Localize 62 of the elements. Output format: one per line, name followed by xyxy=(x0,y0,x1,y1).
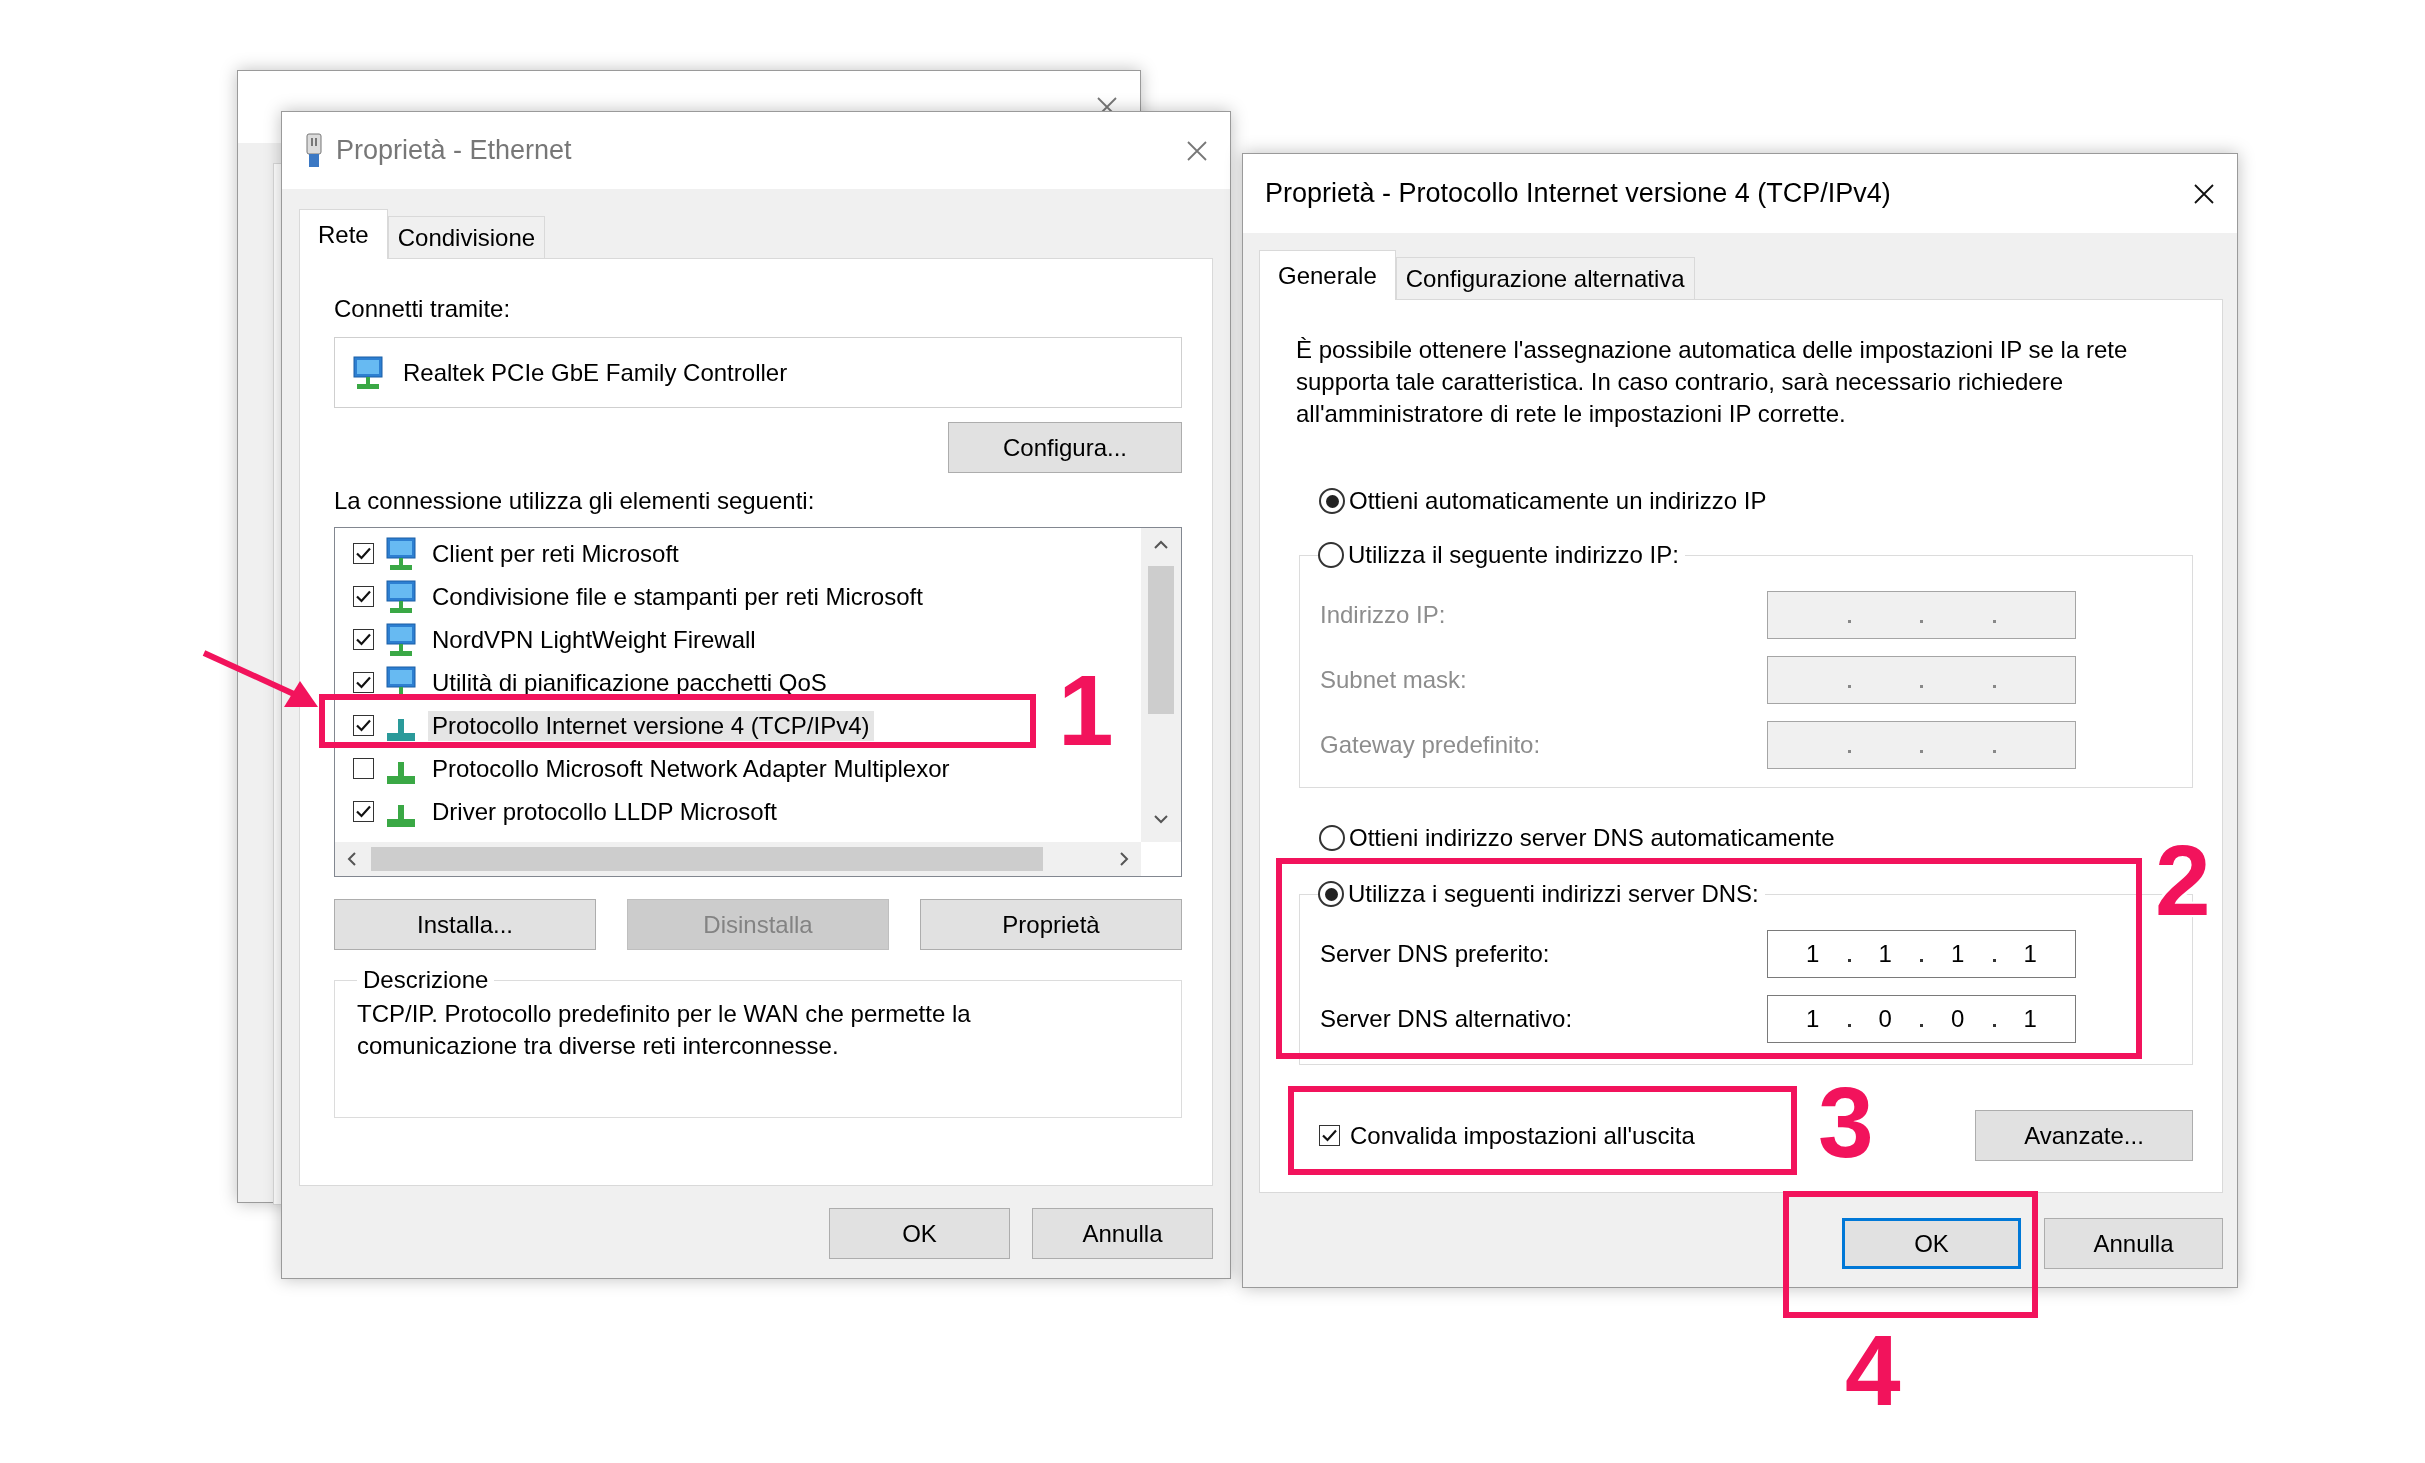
step-number: 1 xyxy=(1058,660,1114,760)
checkbox[interactable] xyxy=(353,672,374,693)
adapter-name: Realtek PCIe GbE Family Controller xyxy=(403,358,788,387)
tab[interactable]: Configurazione alternativa xyxy=(1395,257,1695,299)
window-title: Proprietà - Protocollo Internet versione 4 (TCP/IPv4) xyxy=(1265,178,1892,209)
tab[interactable]: Generale xyxy=(1259,250,1396,300)
checkbox[interactable] xyxy=(353,715,374,736)
field-label: Server DNS alternativo: xyxy=(1320,1004,1574,1033)
radio-button[interactable] xyxy=(1319,488,1345,514)
button[interactable]: Annulla xyxy=(1032,1208,1213,1259)
field-label: Connetti tramite: xyxy=(334,295,512,323)
chevron-right-icon[interactable] xyxy=(1117,850,1131,868)
checkbox[interactable] xyxy=(353,586,374,607)
checkbox[interactable] xyxy=(353,629,374,650)
field-label: Server DNS preferito: xyxy=(1320,939,1551,968)
checkbox-label[interactable]: Convalida impostazioni all'uscita xyxy=(1350,1121,1695,1150)
configure-button[interactable]: Configura... xyxy=(948,422,1182,473)
checkbox[interactable] xyxy=(353,543,374,564)
option-label[interactable]: Utilizza i seguenti indirizzi server DNS: xyxy=(1348,880,1759,908)
step-number: 3 xyxy=(1818,1072,1874,1172)
checkbox[interactable] xyxy=(1319,1125,1340,1146)
group-title: Descrizione xyxy=(362,966,490,994)
checkbox[interactable] xyxy=(353,801,374,822)
window-title: Proprietà - Ethernet xyxy=(336,135,573,166)
advanced-button[interactable]: Avanzate... xyxy=(1975,1110,2193,1161)
field-label: Gateway predefinito: xyxy=(1320,730,1542,759)
button[interactable]: OK xyxy=(829,1208,1010,1259)
checkbox[interactable] xyxy=(353,758,374,779)
radio-button[interactable] xyxy=(1319,825,1345,851)
radio-button[interactable] xyxy=(1318,542,1344,568)
tab[interactable]: Condivisione xyxy=(387,216,546,258)
field-label: Subnet mask: xyxy=(1320,665,1468,694)
list-item[interactable]: Driver protocollo LLDP Microsoft xyxy=(428,796,781,827)
close-icon[interactable] xyxy=(2193,182,2215,205)
list-label: La connessione utilizza gli elementi seguenti: xyxy=(334,487,816,515)
list-item[interactable]: NordVPN LightWeight Firewall xyxy=(428,624,760,655)
list-item[interactable]: Protocollo Microsoft Network Adapter Multiplexor xyxy=(428,753,954,784)
description-text: È possibile ottenere l'assegnazione automatica delle impostazioni IP se la rete supporta tale caratteristica. In caso contrario, sarà necessario richiedere all'amministratore di rete le impostazioni IP corrette. xyxy=(1296,335,2129,429)
button[interactable]: Installa... xyxy=(334,899,596,950)
chevron-left-icon[interactable] xyxy=(345,850,359,868)
scrollbar-thumb[interactable] xyxy=(1148,566,1174,714)
step-number: 2 xyxy=(2155,830,2211,930)
option-label[interactable]: Ottieni automaticamente un indirizzo IP xyxy=(1349,487,1767,515)
option-label[interactable]: Ottieni indirizzo server DNS automaticamente xyxy=(1349,824,1835,852)
list-item[interactable]: Utilità di pianificazione pacchetti QoS xyxy=(428,667,831,698)
scrollbar-thumb[interactable] xyxy=(371,847,1043,871)
list-item[interactable]: Condivisione file e stampanti per reti Microsoft xyxy=(428,581,927,612)
ip-address-field[interactable]: 1 1 1 1 xyxy=(1767,929,2076,978)
list-item[interactable]: Client per reti Microsoft xyxy=(428,538,683,569)
radio-button[interactable] xyxy=(1318,881,1344,907)
tab[interactable]: Rete xyxy=(299,209,388,259)
option-label[interactable]: Utilizza il seguente indirizzo IP: xyxy=(1348,541,1679,569)
plug-icon xyxy=(304,132,324,169)
ip-address-field[interactable]: 1 0 0 1 xyxy=(1767,994,2076,1043)
button[interactable]: Annulla xyxy=(2044,1218,2223,1269)
button[interactable]: Proprietà xyxy=(920,899,1182,950)
chevron-down-icon[interactable] xyxy=(1152,812,1170,826)
description-text: TCP/IP. Protocollo predefinito per le WAN che permette la comunicazione tra diverse reti interconnesse. xyxy=(357,999,972,1061)
button[interactable]: OK xyxy=(1842,1218,2021,1269)
field-label: Indirizzo IP: xyxy=(1320,600,1447,629)
step-number: 4 xyxy=(1845,1320,1901,1420)
list-item[interactable]: Protocollo Internet versione 4 (TCP/IPv4) xyxy=(428,710,874,741)
